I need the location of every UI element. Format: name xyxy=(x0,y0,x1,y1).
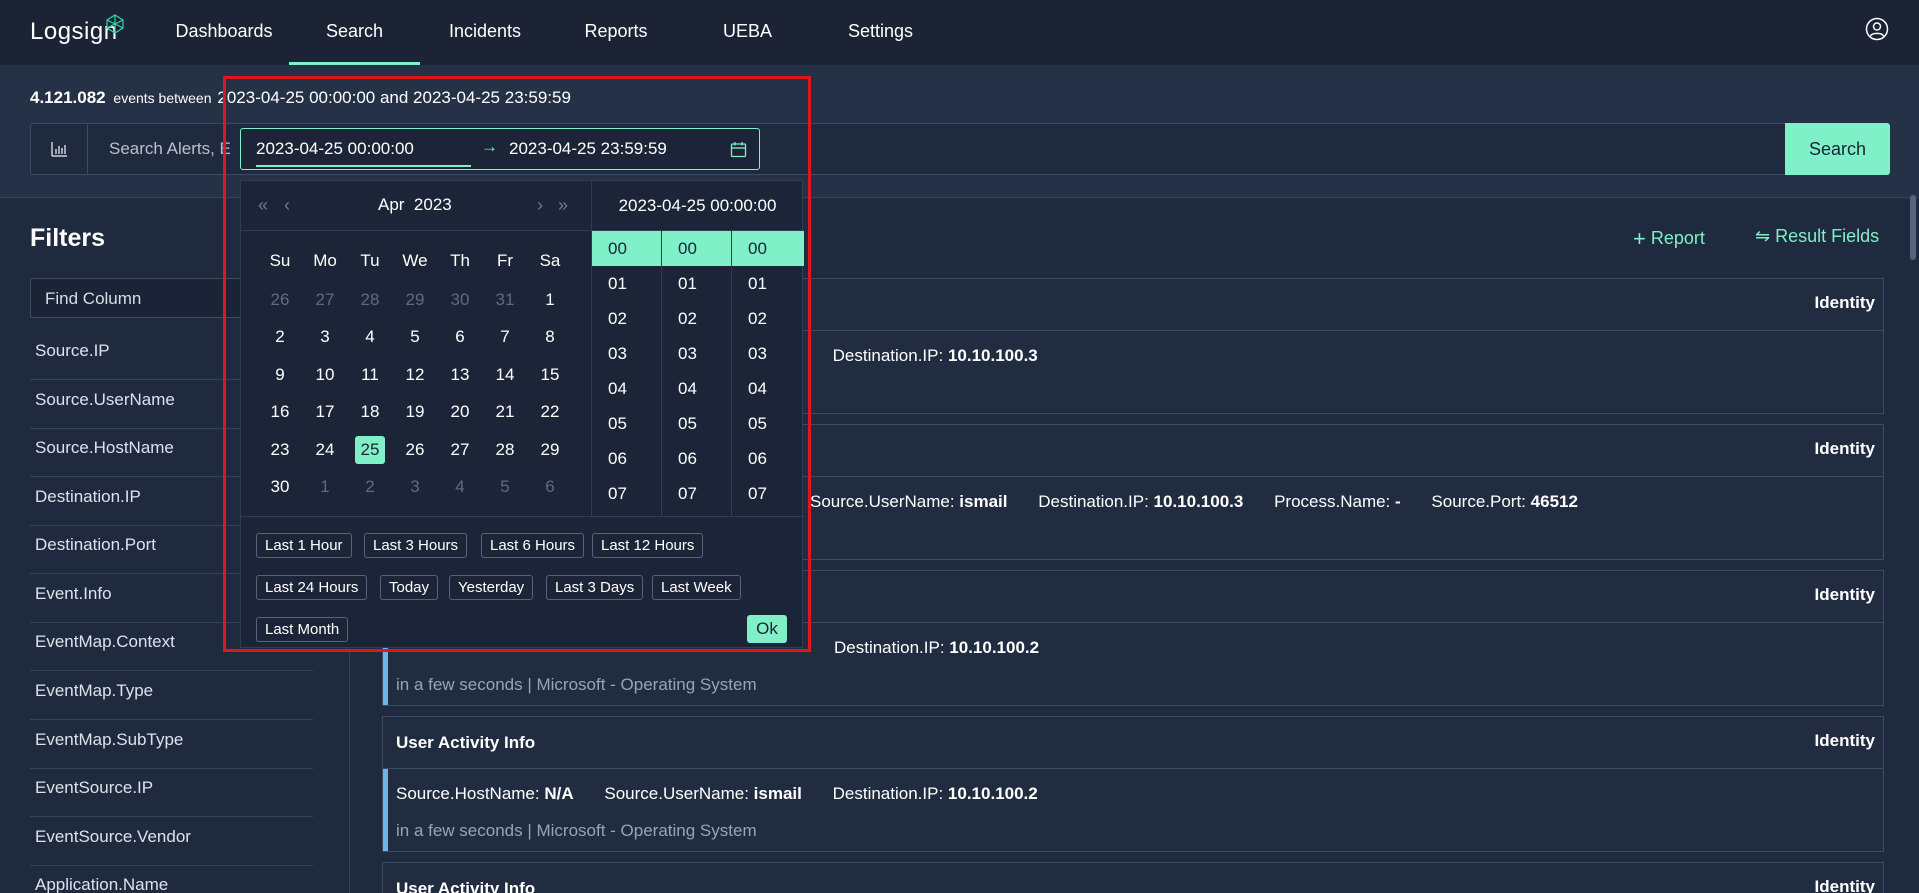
nav-ueba[interactable]: UEBA xyxy=(700,0,795,65)
add-report-button[interactable]: + Report xyxy=(1633,226,1705,252)
result-fields-button[interactable]: ⇋ Result Fields xyxy=(1755,226,1879,247)
event-category-tag: Identity xyxy=(1814,731,1875,750)
search-input[interactable]: Search Alerts, E xyxy=(109,139,231,159)
event-meta: in a few seconds | Microsoft - Operating… xyxy=(396,821,757,840)
event-title: User Activity Info xyxy=(396,879,536,893)
event-meta: in a few seconds | Microsoft - Operating… xyxy=(396,675,757,694)
field-value: ismail xyxy=(959,492,1008,511)
plus-icon: + xyxy=(1633,226,1646,251)
event-fields: Source.UserName: ismail Destination.IP: … xyxy=(810,492,1578,512)
field-value: 10.10.100.2 xyxy=(947,784,1038,803)
field-value: ismail xyxy=(753,784,802,803)
field-label: Destination.IP: xyxy=(832,784,944,803)
filter-item[interactable]: EventMap.Type xyxy=(30,672,313,720)
events-between-label: events between xyxy=(113,90,212,106)
find-column-input[interactable]: Find Column xyxy=(30,278,250,318)
field-value: 10.10.100.3 xyxy=(1153,492,1244,511)
event-fields: Destination.IP: 10.10.100.2 xyxy=(834,638,1039,658)
field-label: Source.Port: xyxy=(1431,492,1526,511)
event-category-tag: Identity xyxy=(1814,585,1875,604)
field-label: Source.UserName: xyxy=(604,784,749,803)
top-navigation-bar: Logsign Dashboards Search Incidents Repo… xyxy=(0,0,1919,65)
event-title: User Activity Info xyxy=(396,733,536,752)
nav-dashboards[interactable]: Dashboards xyxy=(170,0,278,65)
nav-settings[interactable]: Settings xyxy=(838,0,923,65)
find-column-placeholder: Find Column xyxy=(45,289,142,308)
event-fields: Source.HostName: N/A Source.UserName: is… xyxy=(396,784,1038,804)
field-label: Source.UserName: xyxy=(810,492,955,511)
event-card[interactable]: User Activity Info Identity xyxy=(382,862,1884,893)
logo-network-icon xyxy=(106,14,124,34)
field-label: Source.HostName: xyxy=(396,784,540,803)
filter-item[interactable]: EventSource.IP xyxy=(30,769,313,817)
field-value: 10.10.100.3 xyxy=(947,346,1038,365)
filters-title: Filters xyxy=(30,224,106,252)
result-fields-label: Result Fields xyxy=(1775,226,1880,246)
histogram-toggle-button[interactable] xyxy=(31,124,88,174)
field-label: Destination.IP: xyxy=(834,638,945,657)
event-category-tag: Identity xyxy=(1814,439,1875,458)
filter-item[interactable]: EventMap.SubType xyxy=(30,721,313,769)
swap-arrows-icon: ⇋ xyxy=(1755,226,1771,246)
event-fields: ail Destination.IP: 10.10.100.3 xyxy=(783,346,1038,366)
field-label: Process.Name: xyxy=(1274,492,1391,511)
event-card-body: Source.HostName: N/A Source.UserName: is… xyxy=(383,769,1883,851)
nav-search[interactable]: Search xyxy=(289,0,420,65)
event-card[interactable]: User Activity Info Identity Source.HostN… xyxy=(382,716,1884,852)
filter-item[interactable]: Application.Name xyxy=(30,866,313,893)
highlight-outline xyxy=(223,76,811,652)
field-value: 46512 xyxy=(1530,492,1578,511)
field-label: Destination.IP: xyxy=(1038,492,1149,511)
event-card-header: User Activity Info Identity xyxy=(383,717,1883,769)
field-label: Destination.IP: xyxy=(832,346,944,365)
field-value: - xyxy=(1395,492,1401,511)
event-accent-bar xyxy=(383,769,388,851)
field-value: N/A xyxy=(544,784,574,803)
event-category-tag: Identity xyxy=(1814,293,1875,312)
event-category-tag: Identity xyxy=(1814,877,1875,893)
field-value: 10.10.100.2 xyxy=(949,638,1040,657)
nav-reports[interactable]: Reports xyxy=(576,0,656,65)
filter-item[interactable]: EventSource.Vendor xyxy=(30,818,313,866)
nav-incidents[interactable]: Incidents xyxy=(440,0,530,65)
event-count: 4.121.082 xyxy=(30,88,106,107)
event-card-header: User Activity Info Identity xyxy=(383,863,1883,893)
bar-chart-icon xyxy=(51,142,67,157)
add-report-label: Report xyxy=(1650,228,1705,248)
page-scrollbar-thumb[interactable] xyxy=(1910,195,1916,260)
search-button[interactable]: Search xyxy=(1785,123,1890,175)
user-profile-icon[interactable] xyxy=(1865,17,1889,41)
